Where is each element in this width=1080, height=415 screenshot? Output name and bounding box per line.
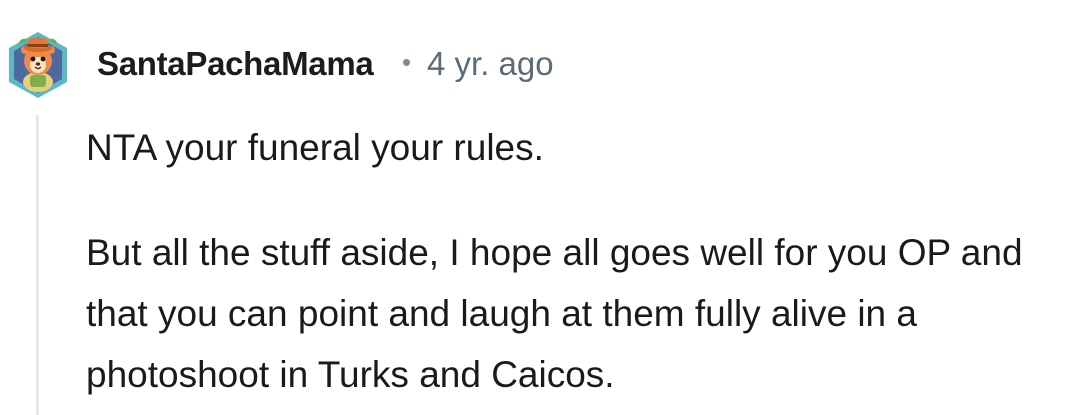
snoo-avatar-hexagon-icon [9, 32, 67, 98]
user-avatar[interactable] [4, 28, 72, 100]
thread-collapse-line[interactable] [36, 115, 39, 415]
comment-paragraph: But all the stuff aside, I hope all goes… [86, 232, 1023, 395]
comment-timestamp[interactable]: 4 yr. ago [427, 45, 554, 83]
comment-header: SantaPachaMama • 4 yr. ago [0, 28, 1080, 100]
separator-dot: • [402, 47, 412, 77]
comment-body: NTA your funeral your rules. But all the… [86, 117, 1076, 405]
comment-author-username[interactable]: SantaPachaMama [97, 45, 374, 83]
comment: SantaPachaMama • 4 yr. ago NTA your fune… [0, 0, 1080, 415]
comment-paragraph: NTA your funeral your rules. [86, 127, 544, 168]
